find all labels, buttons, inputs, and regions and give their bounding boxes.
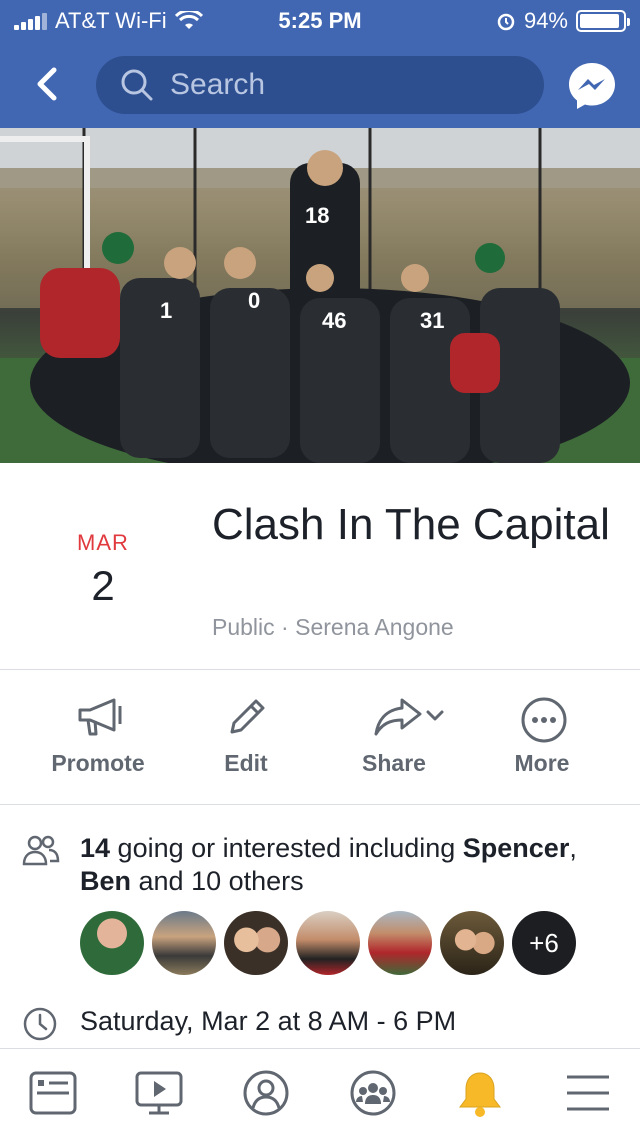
battery-percent: 94%	[523, 8, 568, 33]
meta-separator: ·	[281, 614, 289, 640]
avatar[interactable]	[152, 911, 216, 975]
watch-video-icon	[135, 1071, 183, 1115]
divider	[0, 804, 640, 805]
tab-notifications[interactable]	[427, 1049, 533, 1136]
promote-label: Promote	[51, 750, 145, 776]
share-arrow-icon	[374, 698, 444, 736]
going-count: 14	[80, 833, 111, 863]
event-privacy: Public	[212, 614, 275, 640]
more-dots-icon	[521, 697, 567, 743]
promote-button[interactable]: Promote	[18, 670, 178, 804]
status-bar: AT&T Wi-Fi 5:25 PM 94%	[0, 0, 640, 40]
avatar[interactable]	[368, 911, 432, 975]
search-placeholder: Search	[170, 68, 266, 101]
going-comma: ,	[569, 833, 577, 863]
menu-icon	[567, 1075, 609, 1111]
search-icon	[121, 69, 153, 101]
bottom-tab-bar	[0, 1048, 640, 1136]
search-input[interactable]: Search	[96, 56, 544, 114]
tab-groups[interactable]	[320, 1049, 426, 1136]
event-actions: Promote Edit Share More	[0, 670, 640, 804]
event-meta: Public · Serena Angone	[212, 614, 454, 641]
tab-watch[interactable]	[106, 1049, 212, 1136]
going-text-2: and 10 others	[131, 866, 304, 896]
event-title: Clash In The Capital	[212, 500, 610, 549]
top-bar: AT&T Wi-Fi 5:25 PM 94% Search	[0, 0, 640, 128]
avatar[interactable]	[440, 911, 504, 975]
going-name-1[interactable]: Spencer	[463, 833, 570, 863]
share-button[interactable]: Share	[314, 670, 474, 804]
tab-menu[interactable]	[534, 1049, 640, 1136]
groups-icon	[350, 1070, 396, 1116]
going-name-2[interactable]: Ben	[80, 866, 131, 896]
clock-icon	[23, 1007, 57, 1041]
profile-icon	[243, 1070, 289, 1116]
svg-text:18: 18	[305, 203, 329, 228]
event-host-link[interactable]: Serena Angone	[295, 614, 454, 640]
news-feed-icon	[29, 1071, 77, 1115]
edit-button[interactable]: Edit	[166, 670, 326, 804]
more-button[interactable]: More	[462, 670, 622, 804]
megaphone-icon	[78, 698, 122, 736]
more-label: More	[514, 750, 570, 776]
notifications-bell-icon	[459, 1072, 501, 1117]
svg-text:31: 31	[420, 308, 444, 333]
event-date-day: 2	[91, 562, 115, 609]
going-text-1: going or interested including	[110, 833, 463, 863]
event-cover-photo[interactable]: 18 1 0 46 31	[0, 128, 640, 463]
alarm-icon	[497, 13, 515, 31]
going-summary[interactable]: 14 going or interested including Spencer…	[80, 832, 620, 898]
status-right: 94%	[496, 8, 630, 34]
people-icon	[22, 835, 60, 866]
avatar[interactable]	[224, 911, 288, 975]
svg-text:0: 0	[248, 288, 260, 313]
edit-label: Edit	[224, 750, 268, 776]
avatar[interactable]	[296, 911, 360, 975]
more-guests-badge[interactable]: +6	[512, 911, 576, 975]
tab-profile[interactable]	[213, 1049, 319, 1136]
event-datetime: Saturday, Mar 2 at 8 AM - 6 PM	[80, 1006, 457, 1036]
svg-text:46: 46	[322, 308, 346, 333]
battery-icon	[576, 10, 630, 32]
avatar[interactable]	[80, 911, 144, 975]
event-date-month: MAR	[77, 530, 129, 555]
svg-text:1: 1	[160, 298, 172, 323]
messenger-icon[interactable]	[566, 60, 618, 112]
pencil-icon	[230, 699, 265, 734]
tab-news-feed[interactable]	[0, 1049, 106, 1136]
chevron-left-icon[interactable]	[28, 62, 68, 106]
cover-photo-image: 18 1 0 46 31	[0, 128, 640, 463]
share-label: Share	[362, 750, 426, 776]
